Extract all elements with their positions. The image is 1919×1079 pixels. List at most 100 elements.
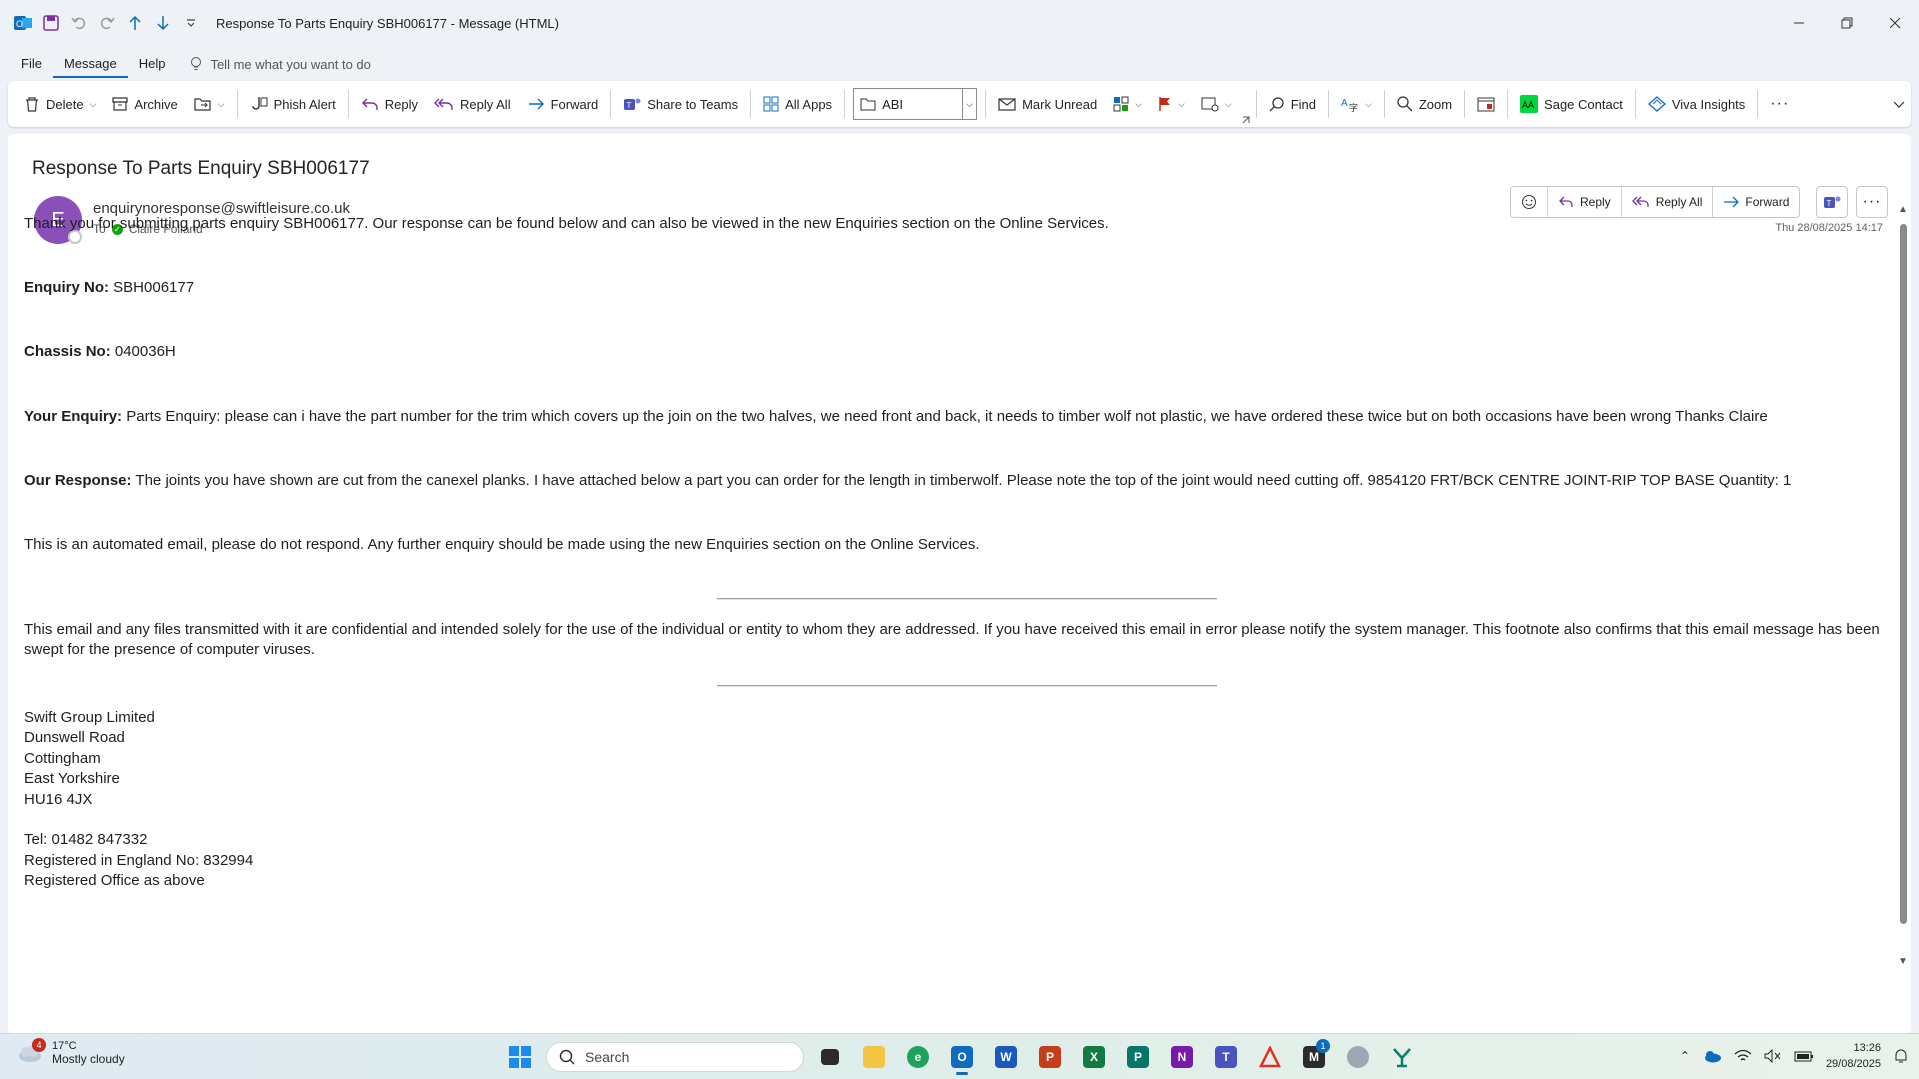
forward-label: Forward xyxy=(550,96,599,112)
sage-icon: AA xyxy=(1520,95,1539,113)
teams-taskbar-icon[interactable]: T xyxy=(1208,1039,1244,1075)
taskbar-search[interactable]: Search xyxy=(546,1042,804,1072)
follow-up-button[interactable]: ⌵ xyxy=(1150,87,1193,121)
expand-ribbon-icon[interactable] xyxy=(1893,95,1905,115)
mark-unread-label: Mark Unread xyxy=(1022,96,1098,112)
more-commands-icon[interactable]: ··· xyxy=(1762,87,1797,121)
chevron-down-icon[interactable]: ⌵ xyxy=(1365,99,1372,110)
vertical-scrollbar[interactable]: ▲ ▼ xyxy=(1895,204,1911,967)
archive-label: Archive xyxy=(134,96,178,112)
emoji-icon xyxy=(1522,195,1536,209)
task-view-icon[interactable] xyxy=(812,1039,848,1075)
disclaimer: This email and any files transmitted wit… xyxy=(24,621,1880,658)
close-button[interactable] xyxy=(1871,0,1919,46)
word-icon[interactable]: W xyxy=(988,1039,1024,1075)
lightbulb-icon xyxy=(191,57,202,70)
save-icon[interactable] xyxy=(40,12,62,34)
chevron-down-icon[interactable]: ⌵ xyxy=(1178,99,1185,110)
connectwise-icon[interactable] xyxy=(1384,1039,1420,1075)
start-button[interactable] xyxy=(502,1039,538,1075)
calendar-button[interactable] xyxy=(1469,87,1503,121)
file-explorer-icon[interactable] xyxy=(856,1039,892,1075)
ribbon-separator xyxy=(985,90,987,118)
phish-alert-button[interactable]: Phish Alert xyxy=(242,87,344,121)
previous-item-icon[interactable] xyxy=(124,12,146,34)
menu-help[interactable]: Help xyxy=(128,50,177,78)
menu-file[interactable]: File xyxy=(10,50,53,78)
weather-widget[interactable]: 4 17°C Mostly cloudy xyxy=(16,1038,125,1066)
powerpoint-icon[interactable]: P xyxy=(1032,1039,1068,1075)
battery-icon[interactable] xyxy=(1794,1049,1814,1063)
react-button[interactable] xyxy=(1511,187,1548,217)
publisher-icon[interactable]: P xyxy=(1120,1039,1156,1075)
share-to-teams-label: Share to Teams xyxy=(647,96,739,112)
redo-icon[interactable] xyxy=(96,12,118,34)
chevron-down-icon[interactable]: ⌵ xyxy=(218,99,225,110)
tell-me-search[interactable]: Tell me what you want to do xyxy=(190,56,371,72)
viva-insights-icon xyxy=(1647,96,1666,112)
customize-toolbar-icon[interactable] xyxy=(180,12,202,34)
sage-contact-button[interactable]: AA Sage Contact xyxy=(1512,87,1631,121)
reply-all-button[interactable]: Reply All xyxy=(426,87,519,121)
find-button[interactable]: Find xyxy=(1261,87,1324,121)
share-to-teams-button[interactable]: T Share to Teams xyxy=(615,87,746,121)
forward-icon xyxy=(528,98,544,110)
acrobat-icon[interactable] xyxy=(1252,1039,1288,1075)
chassis-no-line: Chassis No: 040036H xyxy=(24,342,1894,362)
volume-muted-icon[interactable] xyxy=(1764,1049,1782,1063)
show-hidden-icons[interactable]: ⌃ xyxy=(1680,1049,1690,1063)
notifications-icon[interactable] xyxy=(1893,1048,1909,1064)
contact-line: Registered in England No: 832994 xyxy=(24,852,254,869)
teams-icon: T xyxy=(624,98,641,110)
browser-icon[interactable] xyxy=(1340,1039,1376,1075)
abi-dropdown[interactable]: ABI ⌵ xyxy=(853,88,978,120)
chevron-down-icon[interactable]: ⌵ xyxy=(1225,99,1232,110)
scroll-up-icon[interactable]: ▲ xyxy=(1898,204,1908,215)
app-with-badge-icon[interactable]: M1 xyxy=(1296,1039,1332,1075)
policy-button[interactable]: ⌵ xyxy=(1193,87,1240,121)
viva-insights-button[interactable]: Viva Insights xyxy=(1640,87,1753,121)
ribbon-separator xyxy=(1757,90,1759,118)
translate-button[interactable]: A字 ⌵ xyxy=(1333,87,1380,121)
categorize-button[interactable]: ⌵ xyxy=(1105,87,1150,121)
restore-button[interactable] xyxy=(1823,0,1871,46)
chevron-down-icon[interactable]: ⌵ xyxy=(1135,99,1142,110)
onenote-icon[interactable]: N xyxy=(1164,1039,1200,1075)
our-response-value: The joints you have shown are cut from t… xyxy=(131,472,1792,489)
scrollbar-thumb[interactable] xyxy=(1900,224,1907,924)
outlook-taskbar-icon[interactable]: O xyxy=(944,1039,980,1075)
ribbon-separator xyxy=(1327,90,1329,118)
edge-icon[interactable]: e xyxy=(900,1039,936,1075)
inline-forward-label: Forward xyxy=(1745,195,1790,209)
inline-forward-button[interactable]: Forward xyxy=(1713,187,1799,217)
move-button[interactable]: ⌵ xyxy=(186,87,233,121)
excel-icon[interactable]: X xyxy=(1076,1039,1112,1075)
zoom-button[interactable]: Zoom xyxy=(1389,87,1460,121)
chevron-down-icon[interactable]: ⌵ xyxy=(90,99,97,110)
all-apps-button[interactable]: All Apps xyxy=(755,87,840,121)
menu-message[interactable]: Message xyxy=(52,50,128,78)
onedrive-icon[interactable] xyxy=(1702,1049,1722,1063)
forward-button[interactable]: Forward xyxy=(519,87,607,121)
wifi-icon[interactable] xyxy=(1734,1049,1752,1063)
inline-reply-button[interactable]: Reply xyxy=(1548,187,1622,217)
reply-button[interactable]: Reply xyxy=(353,87,426,121)
chevron-down-icon[interactable]: ⌵ xyxy=(962,89,976,119)
group-launcher-icon[interactable] xyxy=(1240,113,1252,127)
minimize-button[interactable] xyxy=(1775,0,1823,46)
viva-insights-label: Viva Insights xyxy=(1671,96,1746,112)
reply-all-label: Reply All xyxy=(460,96,511,112)
undo-icon[interactable] xyxy=(68,12,90,34)
delete-button[interactable]: Delete ⌵ xyxy=(16,87,104,121)
mark-unread-button[interactable]: Mark Unread xyxy=(990,87,1105,121)
next-item-icon[interactable] xyxy=(152,12,174,34)
sage-contact-label: Sage Contact xyxy=(1544,96,1623,112)
scroll-down-icon[interactable]: ▼ xyxy=(1898,956,1908,967)
archive-button[interactable]: Archive xyxy=(104,87,185,121)
tell-me-text: Tell me what you want to do xyxy=(210,56,371,72)
inline-reply-all-button[interactable]: Reply All xyxy=(1622,187,1714,217)
clock[interactable]: 13:26 29/08/2025 xyxy=(1826,1040,1881,1072)
ribbon-separator xyxy=(1255,90,1257,118)
windows-icon xyxy=(509,1046,531,1068)
reading-pane: Response To Parts Enquiry SBH006177 E en… xyxy=(8,134,1911,1034)
